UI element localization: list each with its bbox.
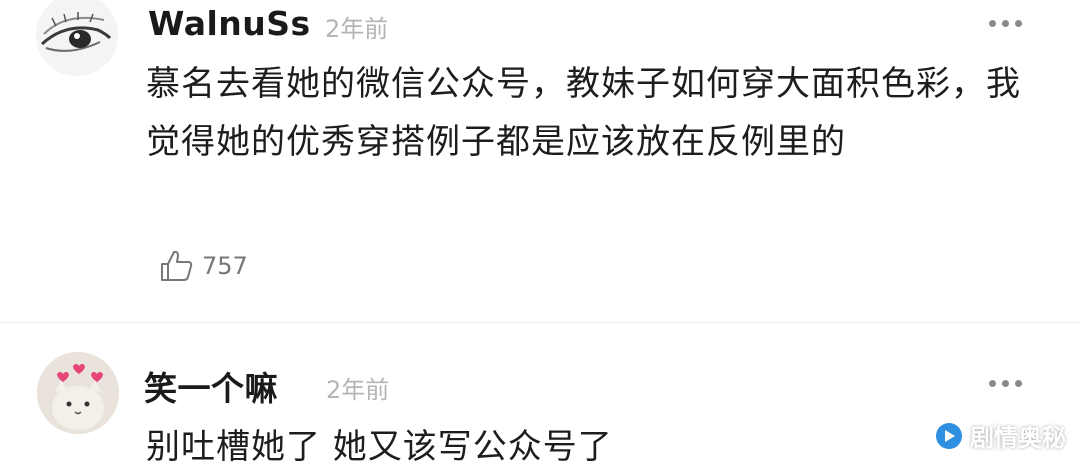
more-options-icon[interactable] bbox=[989, 20, 1022, 27]
thumbs-up-icon bbox=[161, 250, 193, 281]
timestamp: 2年前 bbox=[326, 376, 390, 404]
comment-item: WalnuSs 2年前 慕名去看她的微信公众号，教妹子如何穿大面积色彩，我觉得她… bbox=[0, 0, 1080, 322]
watermark: 剧情奥秘 bbox=[934, 418, 1066, 453]
watermark-logo-icon bbox=[936, 422, 962, 449]
more-options-icon[interactable] bbox=[989, 380, 1022, 387]
cat-with-hearts-avatar-icon bbox=[37, 352, 119, 434]
comment-text: 慕名去看她的微信公众号，教妹子如何穿大面积色彩，我觉得她的优秀穿搭例子都是应该放… bbox=[146, 64, 1021, 162]
like-count: 757 bbox=[202, 252, 248, 280]
timestamp: 2年前 bbox=[325, 15, 389, 43]
comment-item: 笑一个嘛 2年前 别吐槽她了 她又该写公众号了 bbox=[0, 322, 1080, 467]
username[interactable]: 笑一个嘛 bbox=[144, 362, 278, 410]
eye-sketch-avatar-icon bbox=[36, 0, 118, 76]
avatar[interactable] bbox=[36, 0, 118, 76]
comment-text: 别吐槽她了 她又该写公众号了 bbox=[146, 427, 613, 467]
username[interactable]: WalnuSs bbox=[148, 4, 311, 43]
comment-list: WalnuSs 2年前 慕名去看她的微信公众号，教妹子如何穿大面积色彩，我觉得她… bbox=[0, 0, 1080, 467]
avatar[interactable] bbox=[37, 352, 119, 434]
watermark-text: 剧情奥秘 bbox=[970, 424, 1066, 452]
like-button[interactable]: 757 bbox=[158, 248, 248, 284]
